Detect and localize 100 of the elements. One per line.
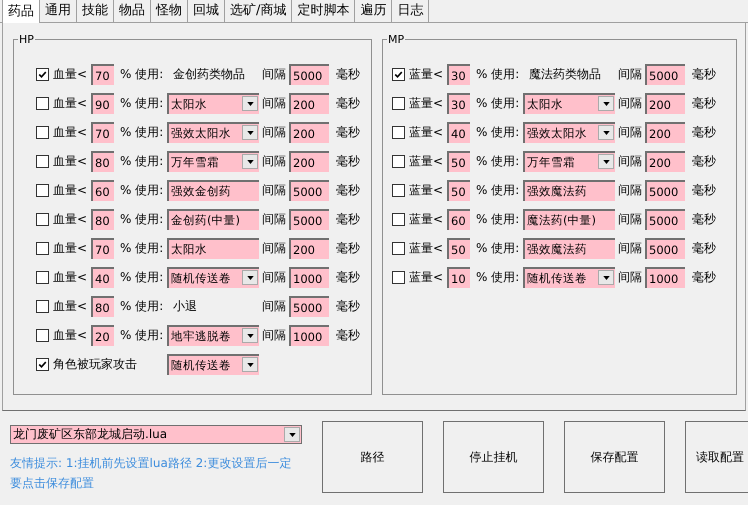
action-button[interactable]: 读取配置 <box>685 421 748 493</box>
interval-field[interactable]: 200 <box>289 151 329 172</box>
item-dropdown[interactable]: 太阳水 <box>167 93 259 114</box>
action-button[interactable]: 路径 <box>322 421 423 493</box>
threshold-field[interactable]: 50 <box>447 238 470 259</box>
action-button[interactable]: 停止挂机 <box>443 421 544 493</box>
use-label: % 使用: <box>475 66 520 83</box>
checkbox[interactable] <box>392 155 406 168</box>
checkbox[interactable] <box>36 155 49 168</box>
interval-field[interactable]: 5000 <box>645 238 686 259</box>
interval-field[interactable]: 1000 <box>289 325 329 346</box>
unit-label: 毫秒 <box>336 240 360 257</box>
checkbox[interactable] <box>36 271 49 284</box>
threshold-field[interactable]: 40 <box>447 122 470 143</box>
interval-field[interactable]: 200 <box>645 122 686 143</box>
threshold-field[interactable]: 70 <box>91 64 114 85</box>
threshold-field[interactable]: 80 <box>91 151 114 172</box>
caret-icon <box>242 125 258 140</box>
script-path-dropdown[interactable]: 龙门废矿区东部龙城启动.lua <box>10 425 302 444</box>
checkbox[interactable] <box>392 68 406 81</box>
item-field[interactable]: 强效魔法药 <box>523 238 616 259</box>
threshold-field[interactable]: 10 <box>447 267 470 288</box>
interval-label: 间隔 <box>261 269 287 286</box>
interval-field[interactable]: 5000 <box>289 296 329 317</box>
checkbox[interactable] <box>392 126 406 139</box>
checkbox[interactable] <box>36 126 49 139</box>
checkbox-label: 蓝量< <box>409 66 444 83</box>
threshold-field[interactable]: 40 <box>91 267 114 288</box>
interval-field[interactable]: 5000 <box>645 209 686 230</box>
checkbox[interactable] <box>36 184 49 197</box>
item-field[interactable]: 魔法药(中量) <box>523 209 616 230</box>
threshold-field[interactable]: 80 <box>91 296 114 317</box>
checkbox[interactable] <box>36 68 49 81</box>
threshold-field[interactable]: 30 <box>447 64 470 85</box>
item-label: 魔法药类物品 <box>528 66 602 83</box>
item-dropdown[interactable]: 随机传送卷 <box>523 267 616 288</box>
caret-icon <box>598 154 614 169</box>
use-label: % 使用: <box>119 182 164 199</box>
action-button[interactable]: 保存配置 <box>564 421 665 493</box>
item-dropdown[interactable]: 强效太阳水 <box>523 122 616 143</box>
checkbox-label: 血量< <box>53 211 88 228</box>
checkbox[interactable] <box>392 97 406 110</box>
item-field[interactable]: 强效金创药 <box>167 180 259 201</box>
interval-field[interactable]: 200 <box>645 93 686 114</box>
item-field[interactable]: 金创药(中量) <box>167 209 259 230</box>
interval-field[interactable]: 200 <box>289 238 329 259</box>
checkbox[interactable] <box>36 213 49 226</box>
interval-field[interactable]: 5000 <box>289 180 329 201</box>
item-field[interactable]: 强效魔法药 <box>523 180 616 201</box>
threshold-field[interactable]: 30 <box>447 93 470 114</box>
unit-label: 毫秒 <box>692 211 716 228</box>
item-dropdown[interactable]: 太阳水 <box>523 93 616 114</box>
item-dropdown[interactable]: 万年雪霜 <box>523 151 616 172</box>
caret-icon <box>242 357 258 372</box>
checkbox[interactable] <box>36 242 49 255</box>
use-label: % 使用: <box>119 269 164 286</box>
item-dropdown[interactable]: 强效太阳水 <box>167 122 259 143</box>
checkbox-label: 蓝量< <box>409 269 444 286</box>
checkbox[interactable] <box>392 184 406 197</box>
threshold-field[interactable]: 50 <box>447 180 470 201</box>
interval-field[interactable]: 200 <box>645 151 686 172</box>
interval-field[interactable]: 5000 <box>645 64 686 85</box>
checkbox[interactable] <box>392 242 406 255</box>
group-title: HP <box>18 33 35 46</box>
checkbox-label: 蓝量< <box>409 153 444 170</box>
item-dropdown[interactable]: 地牢逃脱卷 <box>167 325 259 346</box>
interval-field[interactable]: 1000 <box>289 267 329 288</box>
checkbox[interactable] <box>36 97 49 110</box>
checkbox-label: 血量< <box>53 298 88 315</box>
interval-label: 间隔 <box>261 95 287 112</box>
interval-field[interactable]: 1000 <box>645 267 686 288</box>
threshold-field[interactable]: 70 <box>91 238 114 259</box>
item-dropdown[interactable]: 随机传送卷 <box>167 354 259 375</box>
interval-field[interactable]: 200 <box>289 93 329 114</box>
unit-label: 毫秒 <box>336 211 360 228</box>
use-label: % 使用: <box>475 182 520 199</box>
tab[interactable]: 药品 <box>2 0 40 23</box>
threshold-field[interactable]: 90 <box>91 93 114 114</box>
interval-label: 间隔 <box>617 66 644 83</box>
interval-label: 间隔 <box>261 211 287 228</box>
threshold-field[interactable]: 60 <box>447 209 470 230</box>
threshold-field[interactable]: 80 <box>91 209 114 230</box>
checkbox-label: 蓝量< <box>409 124 444 141</box>
interval-field[interactable]: 5000 <box>289 209 329 230</box>
interval-field[interactable]: 5000 <box>645 180 686 201</box>
use-label: % 使用: <box>119 211 164 228</box>
checkbox[interactable] <box>36 358 49 371</box>
interval-field[interactable]: 5000 <box>289 64 329 85</box>
item-dropdown[interactable]: 万年雪霜 <box>167 151 259 172</box>
threshold-field[interactable]: 60 <box>91 180 114 201</box>
checkbox[interactable] <box>36 329 49 342</box>
item-field[interactable]: 太阳水 <box>167 238 259 259</box>
threshold-field[interactable]: 70 <box>91 122 114 143</box>
item-dropdown[interactable]: 随机传送卷 <box>167 267 259 288</box>
threshold-field[interactable]: 50 <box>447 151 470 172</box>
checkbox[interactable] <box>392 271 406 284</box>
checkbox[interactable] <box>392 213 406 226</box>
interval-field[interactable]: 200 <box>289 122 329 143</box>
checkbox[interactable] <box>36 300 49 313</box>
threshold-field[interactable]: 20 <box>91 325 114 346</box>
